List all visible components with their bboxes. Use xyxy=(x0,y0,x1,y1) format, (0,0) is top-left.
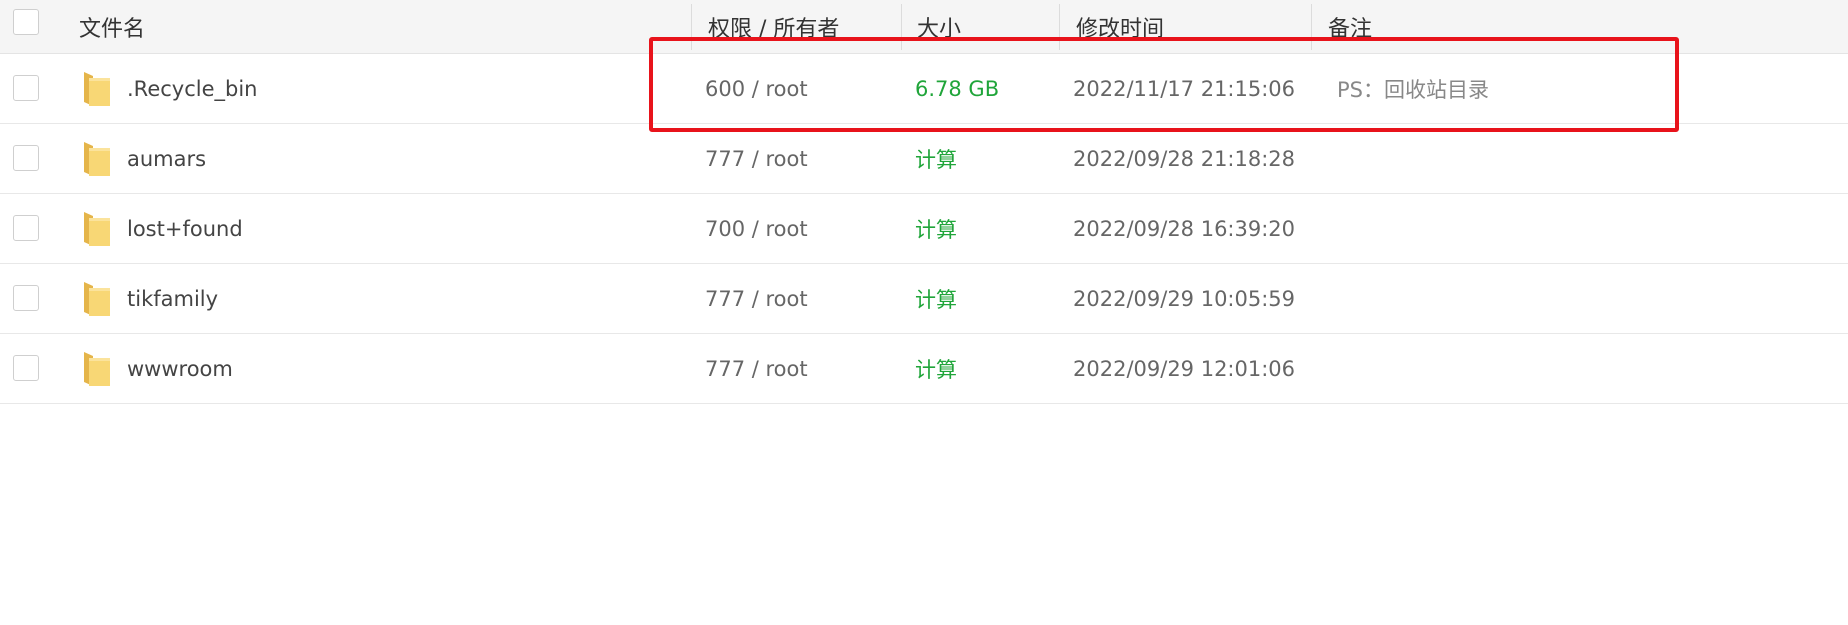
row-checkbox[interactable] xyxy=(13,145,39,171)
permission-owner[interactable]: 777 / root xyxy=(705,124,808,193)
modified-time: 2022/09/28 16:39:20 xyxy=(1073,216,1296,241)
file-name[interactable]: tikfamily xyxy=(127,264,218,333)
calculate-size-link[interactable]: 计算 xyxy=(915,334,957,403)
table-row[interactable]: wwwroom 777 / root 计算 2022/09/29 12:01:0… xyxy=(0,334,1848,404)
folder-icon xyxy=(84,282,110,316)
table-row[interactable]: tikfamily 777 / root 计算 2022/09/29 10:05… xyxy=(0,264,1848,334)
table-row[interactable]: lost+found 700 / root 计算 2022/09/28 16:3… xyxy=(0,194,1848,264)
modified-time: 2022/09/28 21:18:28 xyxy=(1073,146,1296,171)
highlight-annotation-box xyxy=(649,37,1679,132)
file-name[interactable]: aumars xyxy=(127,124,206,193)
folder-icon xyxy=(84,212,110,246)
folder-icon xyxy=(84,352,110,386)
permission-owner[interactable]: 777 / root xyxy=(705,264,808,333)
permission-owner[interactable]: 777 / root xyxy=(705,334,808,403)
row-checkbox[interactable] xyxy=(13,215,39,241)
modified-time: 2022/09/29 12:01:06 xyxy=(1073,356,1296,381)
calculate-size-link[interactable]: 计算 xyxy=(915,194,957,263)
file-name[interactable]: .Recycle_bin xyxy=(127,54,258,123)
column-header-name[interactable]: 文件名 xyxy=(79,0,145,53)
row-checkbox[interactable] xyxy=(13,285,39,311)
folder-icon xyxy=(84,142,110,176)
permission-owner[interactable]: 700 / root xyxy=(705,194,808,263)
table-row[interactable]: aumars 777 / root 计算 2022/09/28 21:18:28 xyxy=(0,124,1848,194)
select-all-checkbox[interactable] xyxy=(13,9,39,35)
folder-icon xyxy=(84,72,110,106)
modified-time: 2022/09/29 10:05:59 xyxy=(1073,286,1296,311)
calculate-size-link[interactable]: 计算 xyxy=(915,124,957,193)
row-checkbox[interactable] xyxy=(13,355,39,381)
calculate-size-link[interactable]: 计算 xyxy=(915,264,957,333)
row-checkbox[interactable] xyxy=(13,75,39,101)
file-name[interactable]: lost+found xyxy=(127,194,243,263)
file-name[interactable]: wwwroom xyxy=(127,334,233,403)
